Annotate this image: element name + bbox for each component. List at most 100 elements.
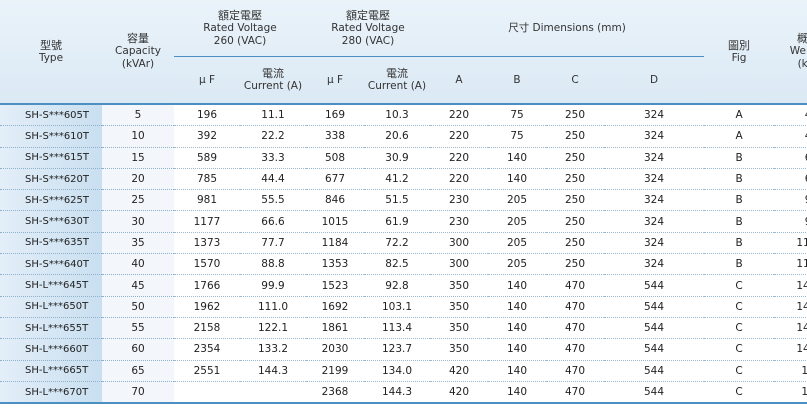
cell-capacity: 30 [102,210,174,233]
cell-dim-d: 324 [604,210,705,233]
cell-uf-280: 1015 [306,210,364,233]
header-fig-en: Fig [731,51,747,64]
header-type: 型號 Type [0,0,102,104]
cell-current-260: 133.2 [240,338,306,361]
header-dim-d: D [649,73,659,86]
header-dimensions: 尺寸 Dimensions (mm) [430,0,705,57]
cell-uf-260: 1766 [174,274,240,297]
table-row: SH-L***650T 50 1962 111.0 1692 103.1 350 140 470… [0,296,807,318]
cell-uf-280: 1861 [306,317,364,340]
cell-dim-b: 205 [488,232,546,255]
cell-uf-260: 981 [174,189,240,212]
cell-uf-260: 1177 [174,210,240,233]
table-row: SH-L***645T 45 1766 99.9 1523 92.8 350 140 470 54… [0,274,807,297]
cell-uf-260: 2354 [174,338,240,361]
cell-uf-280: 169 [306,103,364,127]
cell-current-280: 92.8 [364,274,430,297]
cell-current-260: 33.3 [240,147,306,169]
cell-capacity: 50 [102,296,174,318]
header-rated-260-val: 260 (VAC) [213,34,267,47]
header-weight: 概重 Weight (kg) [774,0,807,104]
cell-weight: 11.5 [774,253,807,276]
cell-dim-d: 544 [604,338,705,361]
cell-capacity: 20 [102,168,174,191]
header-capacity-unit: (kVAr) [121,58,155,70]
cell-current-280: 51.5 [364,189,430,212]
cell-dim-c: 250 [546,189,604,212]
cell-fig: B [704,147,775,169]
cell-dim-d: 544 [604,296,705,318]
cell-uf-260 [174,381,240,405]
cell-weight: 9 [774,189,807,212]
cell-uf-280: 846 [306,189,364,212]
cell-uf-260: 2551 [174,360,240,382]
cell-type: SH-S***635T [0,232,102,255]
cell-uf-260: 392 [174,125,240,148]
table-row: SH-S***640T 40 1570 88.8 1353 82.5 300 205 250 32… [0,253,807,276]
cell-fig: A [704,103,775,127]
header-current-280: 電流 Current (A) [364,57,430,105]
cell-uf-280: 508 [306,147,364,169]
cell-dim-c: 470 [546,317,604,340]
cell-capacity: 40 [102,253,174,276]
cell-uf-260: 589 [174,147,240,169]
cell-current-260 [240,381,306,405]
cell-uf-260: 2158 [174,317,240,340]
cell-current-280: 113.4 [364,317,430,340]
cell-dim-b: 140 [488,381,546,405]
cell-type: SH-S***615T [0,147,102,169]
cell-uf-260: 196 [174,103,240,127]
cell-dim-a: 300 [430,232,488,255]
cell-dim-a: 220 [430,168,488,191]
header-weight-unit: (kg) [797,58,807,70]
header-capacity-cn: 容量 [127,32,149,45]
cell-uf-260: 1570 [174,253,240,276]
cell-dim-d: 544 [604,360,705,382]
table-row: SH-S***625T 25 981 55.5 846 51.5 230 205 250 324 B… [0,189,807,212]
table-row: SH-L***660T 60 2354 133.2 2030 123.7 350 140 470… [0,338,807,361]
cell-dim-c: 250 [546,210,604,233]
cell-fig: C [704,317,775,340]
cell-weight: 14.5 [774,338,807,361]
cell-capacity: 55 [102,317,174,340]
cell-type: SH-L***670T [0,381,102,405]
header-current-260-en: Current (A) [243,80,303,92]
cell-dim-d: 324 [604,103,705,127]
cell-dim-c: 470 [546,296,604,318]
cell-uf-280: 677 [306,168,364,191]
cell-weight: 14.5 [774,274,807,297]
table-row: SH-L***655T 55 2158 122.1 1861 113.4 350 140 470… [0,317,807,340]
cell-dim-b: 75 [488,103,546,127]
cell-dim-b: 140 [488,317,546,340]
header-rated-260-en: Rated Voltage [203,21,277,34]
cell-current-280: 134.0 [364,360,430,382]
cell-current-280: 41.2 [364,168,430,191]
cell-fig: B [704,189,775,212]
cell-capacity: 45 [102,274,174,297]
cell-type: SH-L***645T [0,274,102,297]
cell-dim-a: 350 [430,317,488,340]
cell-fig: B [704,210,775,233]
cell-current-280: 72.2 [364,232,430,255]
cell-dim-b: 205 [488,253,546,276]
cell-dim-c: 470 [546,381,604,405]
header-dim-a: A [455,73,463,86]
table-row: SH-L***670T70 2368144.3420140470544C18 [0,381,807,405]
header-uf-280: μ F [326,73,344,86]
cell-dim-d: 544 [604,381,705,405]
cell-dim-a: 300 [430,253,488,276]
cell-dim-d: 324 [604,147,705,169]
header-dim-b: B [513,73,521,86]
cell-fig: C [704,360,775,382]
cell-dim-a: 220 [430,125,488,148]
cell-weight: 6 [774,147,807,169]
cell-current-260: 44.4 [240,168,306,191]
cell-dim-a: 220 [430,103,488,127]
cell-uf-260: 785 [174,168,240,191]
cell-uf-280: 2030 [306,338,364,361]
cell-capacity: 15 [102,147,174,169]
cell-weight: 14.5 [774,317,807,340]
cell-dim-d: 544 [604,317,705,340]
header-capacity-en: Capacity [115,45,161,57]
cell-current-280: 30.9 [364,147,430,169]
